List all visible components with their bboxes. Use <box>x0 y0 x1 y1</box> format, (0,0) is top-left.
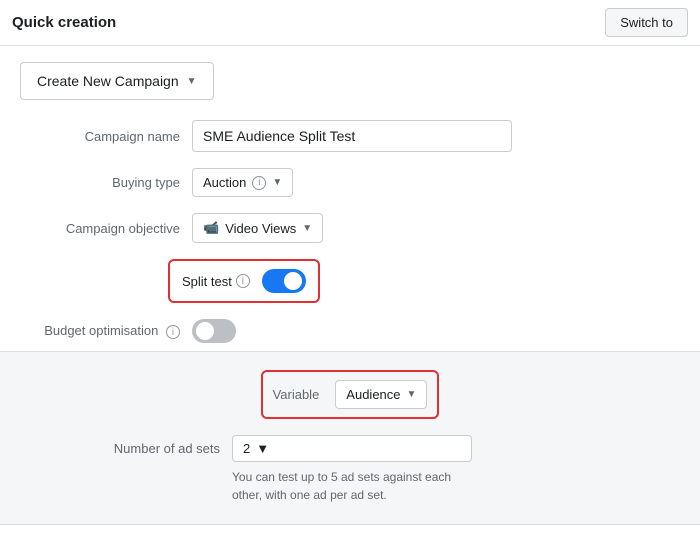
budget-optimisation-info-icon[interactable]: i <box>166 325 180 339</box>
variable-label: Variable <box>273 387 320 402</box>
buying-type-value: Auction <box>203 175 246 190</box>
create-campaign-button[interactable]: Create New Campaign ▼ <box>20 62 214 100</box>
split-test-info-icon[interactable]: i <box>236 274 250 288</box>
num-adsets-chevron-icon: ▼ <box>256 441 269 456</box>
variable-value: Audience <box>346 387 400 402</box>
split-test-toggle[interactable] <box>262 269 306 293</box>
variable-chevron-icon: ▼ <box>407 389 417 400</box>
variable-dropdown[interactable]: Audience ▼ <box>335 380 427 409</box>
campaign-objective-value: Video Views <box>225 221 296 236</box>
budget-optimisation-toggle[interactable] <box>192 319 236 343</box>
split-test-row: Split test i <box>168 259 320 303</box>
campaign-objective-chevron-icon: ▼ <box>302 223 312 234</box>
num-adsets-helper-text: You can test up to 5 ad sets against eac… <box>232 468 472 504</box>
variable-row: Variable Audience ▼ <box>261 370 440 419</box>
chevron-down-icon: ▼ <box>187 76 197 87</box>
main-content: Create New Campaign ▼ Campaign name Buyi… <box>0 46 700 541</box>
buying-type-info-icon[interactable]: i <box>252 176 266 190</box>
campaign-objective-row: Campaign objective 📹 Video Views ▼ <box>20 213 680 243</box>
buying-type-dropdown[interactable]: Auction i ▼ <box>192 168 293 197</box>
buying-type-label: Buying type <box>20 175 180 190</box>
variable-section: Variable Audience ▼ Number of ad sets 2 … <box>0 351 700 525</box>
switch-to-button[interactable]: Switch to <box>605 8 688 37</box>
campaign-name-row: Campaign name <box>20 120 680 152</box>
campaign-objective-label: Campaign objective <box>20 221 180 236</box>
top-bar: Quick creation Switch to <box>0 0 700 46</box>
split-test-label: Split test i <box>182 274 250 289</box>
campaign-objective-dropdown[interactable]: 📹 Video Views ▼ <box>192 213 323 243</box>
budget-optimisation-slider <box>192 319 236 343</box>
buying-type-chevron-icon: ▼ <box>272 177 282 188</box>
quick-creation-title: Quick creation <box>12 14 116 31</box>
num-adsets-label: Number of ad sets <box>80 435 220 456</box>
budget-optimisation-row: Budget optimisation i <box>20 319 680 343</box>
budget-optimisation-label: Budget optimisation i <box>20 323 180 340</box>
buying-type-row: Buying type Auction i ▼ <box>20 168 680 197</box>
campaign-name-input[interactable] <box>192 120 512 152</box>
campaign-form: Campaign name Buying type Auction i ▼ Ca… <box>20 120 680 343</box>
num-adsets-row: Number of ad sets 2 ▼ You can test up to… <box>20 435 680 504</box>
num-adsets-value: 2 <box>243 441 250 456</box>
create-campaign-label: Create New Campaign <box>37 73 179 89</box>
video-icon: 📹 <box>203 220 219 236</box>
split-test-slider <box>262 269 306 293</box>
campaign-name-label: Campaign name <box>20 129 180 144</box>
num-adsets-dropdown[interactable]: 2 ▼ <box>232 435 472 462</box>
num-adsets-right: 2 ▼ You can test up to 5 ad sets against… <box>232 435 472 504</box>
